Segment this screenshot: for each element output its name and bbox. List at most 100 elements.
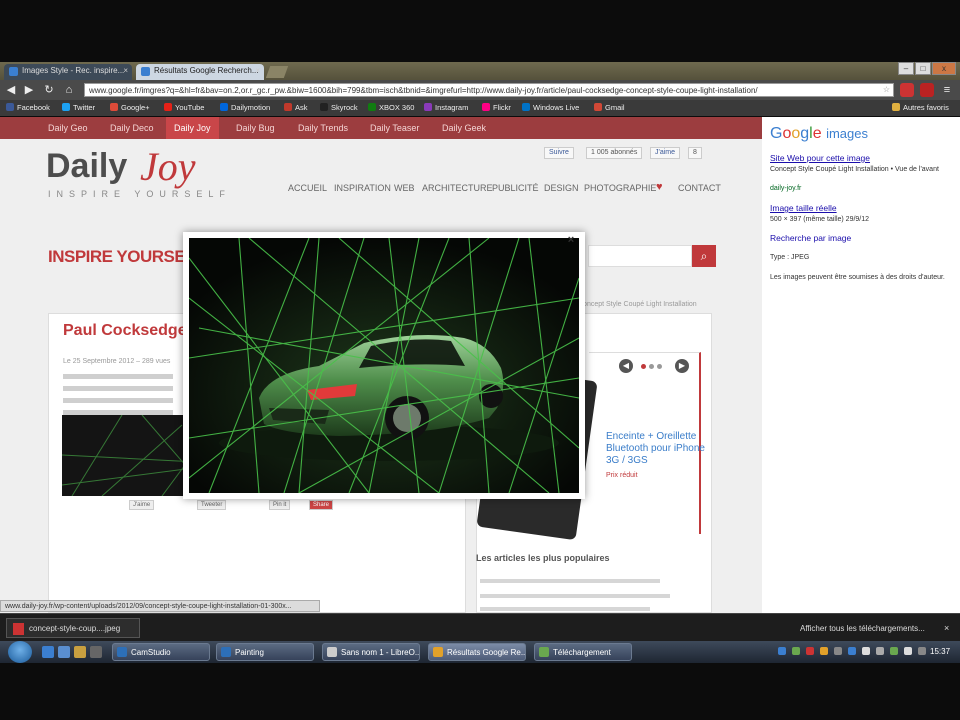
- bookmark-windows-live[interactable]: Windows Live: [522, 103, 579, 112]
- taskbar-painting[interactable]: Painting: [216, 643, 314, 661]
- other-bookmarks[interactable]: Autres favoris: [892, 103, 949, 112]
- new-tab-button[interactable]: [265, 66, 289, 78]
- menu-item[interactable]: WEB: [394, 183, 415, 193]
- start-button[interactable]: [8, 641, 32, 663]
- site-nav-item[interactable]: Daily Deco: [110, 123, 154, 133]
- wrench-menu-icon[interactable]: ≡: [940, 83, 954, 97]
- bookmark-twitter[interactable]: Twitter: [62, 103, 95, 112]
- popular-article-line[interactable]: [480, 579, 660, 583]
- menu-item[interactable]: PHOTOGRAPHIE: [584, 183, 656, 193]
- home-icon[interactable]: ⌂: [62, 83, 76, 97]
- prev-arrow-icon[interactable]: ◀: [619, 359, 633, 373]
- pin-it-button[interactable]: Pin it: [269, 500, 291, 510]
- taskbar-clock[interactable]: 15:37: [930, 647, 950, 656]
- site-nav-item[interactable]: Daily Bug: [236, 123, 275, 133]
- show-desktop-icon[interactable]: [42, 646, 54, 658]
- site-nav-item[interactable]: Daily Geek: [442, 123, 486, 133]
- browser-tab-2[interactable]: Résultats Google Recherch... ×: [136, 64, 264, 80]
- logo-joy[interactable]: Joy: [140, 143, 196, 190]
- taskbar-libreoffice[interactable]: Sans nom 1 - LibreO...: [322, 643, 420, 661]
- menu-item[interactable]: PUBLICITÉ: [492, 183, 539, 193]
- site-nav-item-active[interactable]: Daily Joy: [166, 117, 219, 139]
- like-button[interactable]: J'aime: [129, 500, 155, 510]
- download-item[interactable]: concept-style-coup....jpeg: [6, 618, 140, 638]
- share-button[interactable]: Share: [309, 500, 334, 510]
- network-icon[interactable]: [862, 647, 870, 655]
- bookmark-dailymotion[interactable]: Dailymotion: [220, 103, 270, 112]
- download-bar: concept-style-coup....jpeg Afficher tous…: [0, 613, 960, 641]
- bookmark-gmail[interactable]: Gmail: [594, 103, 625, 112]
- explorer-icon[interactable]: [58, 646, 70, 658]
- tray-icon[interactable]: [918, 647, 926, 655]
- reload-icon[interactable]: ↻: [42, 83, 56, 97]
- url-field[interactable]: www.google.fr/imgres?q=&hl=fr&bav=on.2,o…: [84, 83, 894, 97]
- taskbar-chrome[interactable]: Résultats Google Re...: [428, 643, 526, 661]
- bookmark-flickr[interactable]: Flickr: [482, 103, 511, 112]
- bookmark-facebook[interactable]: Facebook: [6, 103, 50, 112]
- quicklaunch-more-icon[interactable]: [90, 646, 102, 658]
- taskbar-camstudio[interactable]: CamStudio: [112, 643, 210, 661]
- flickr-icon: [482, 103, 490, 111]
- google-images-logo[interactable]: Google images: [770, 125, 868, 143]
- site-nav-item[interactable]: Daily Trends: [298, 123, 348, 133]
- back-icon[interactable]: ◀: [4, 83, 18, 97]
- extension-icon[interactable]: [920, 83, 934, 97]
- media-player-icon[interactable]: [74, 646, 86, 658]
- tray-icon[interactable]: [904, 647, 912, 655]
- menu-item[interactable]: DESIGN: [544, 183, 579, 193]
- slider-dot[interactable]: [649, 364, 654, 369]
- lightbox-image[interactable]: [189, 238, 579, 493]
- bookmark-youtube[interactable]: YouTube: [164, 103, 204, 112]
- facebook-like-button[interactable]: J'aime: [650, 147, 681, 159]
- twitter-follow-button[interactable]: Suivre: [544, 147, 574, 159]
- browser-tab-bar: Images Style - Rec. inspire... × Résulta…: [0, 62, 960, 80]
- tray-icon[interactable]: [848, 647, 856, 655]
- close-download-bar-icon[interactable]: ×: [944, 623, 949, 633]
- bookmark-instagram[interactable]: Instagram: [424, 103, 468, 112]
- site-nav-item[interactable]: Daily Geo: [48, 123, 88, 133]
- bookmark-star-icon[interactable]: ☆: [883, 85, 890, 94]
- maximize-button[interactable]: □: [915, 62, 931, 75]
- bookmark-xbox[interactable]: XBOX 360: [368, 103, 414, 112]
- close-window-button[interactable]: x: [932, 62, 956, 75]
- close-lightbox-icon[interactable]: ×: [565, 234, 577, 246]
- menu-item[interactable]: CONTACT: [678, 183, 721, 193]
- menu-item[interactable]: ACCUEIL: [288, 183, 327, 193]
- site-nav-item[interactable]: Daily Teaser: [370, 123, 419, 133]
- popular-article-line[interactable]: [480, 607, 650, 611]
- slider-dot[interactable]: [657, 364, 662, 369]
- tray-icon[interactable]: [890, 647, 898, 655]
- bookmark-google-plus[interactable]: Google+: [110, 103, 150, 112]
- close-tab-icon[interactable]: ×: [123, 66, 128, 75]
- product-title[interactable]: Enceinte + Oreillette Bluetooth pour iPh…: [606, 431, 706, 467]
- menu-item[interactable]: ARCHITECTURE: [422, 183, 493, 193]
- tweet-button[interactable]: Tweeter: [197, 500, 227, 510]
- browser-tab-1[interactable]: Images Style - Rec. inspire... ×: [4, 64, 132, 80]
- menu-item[interactable]: INSPIRATION: [334, 183, 391, 193]
- tray-icon[interactable]: [834, 647, 842, 655]
- tray-icon[interactable]: [792, 647, 800, 655]
- taskbar-downloads[interactable]: Téléchargement: [534, 643, 632, 661]
- show-all-downloads-link[interactable]: Afficher tous les téléchargements...: [800, 624, 925, 633]
- popular-article-line[interactable]: [480, 594, 670, 598]
- site-search-input[interactable]: [588, 245, 692, 267]
- forward-icon[interactable]: ▶: [22, 83, 36, 97]
- tray-icon[interactable]: [806, 647, 814, 655]
- website-link[interactable]: Site Web pour cette image: [770, 153, 870, 163]
- bookmark-skyrock[interactable]: Skyrock: [320, 103, 358, 112]
- tray-icon[interactable]: [820, 647, 828, 655]
- next-arrow-icon[interactable]: ▶: [675, 359, 689, 373]
- close-tab-icon[interactable]: ×: [255, 66, 260, 75]
- tray-icon[interactable]: [778, 647, 786, 655]
- logo-daily[interactable]: Daily: [46, 147, 127, 186]
- search-icon[interactable]: ⌕: [692, 245, 716, 267]
- slider-dot[interactable]: [641, 364, 646, 369]
- extension-icon[interactable]: [900, 83, 914, 97]
- volume-icon[interactable]: [876, 647, 884, 655]
- minimize-button[interactable]: –: [898, 62, 914, 75]
- bookmark-ask[interactable]: Ask: [284, 103, 308, 112]
- heart-icon[interactable]: ♥: [656, 181, 663, 193]
- full-size-image-link[interactable]: Image taille réelle: [770, 203, 837, 213]
- search-by-image-link[interactable]: Recherche par image: [770, 233, 851, 243]
- bookmarks-bar: Facebook Twitter Google+ YouTube Dailymo…: [0, 100, 960, 116]
